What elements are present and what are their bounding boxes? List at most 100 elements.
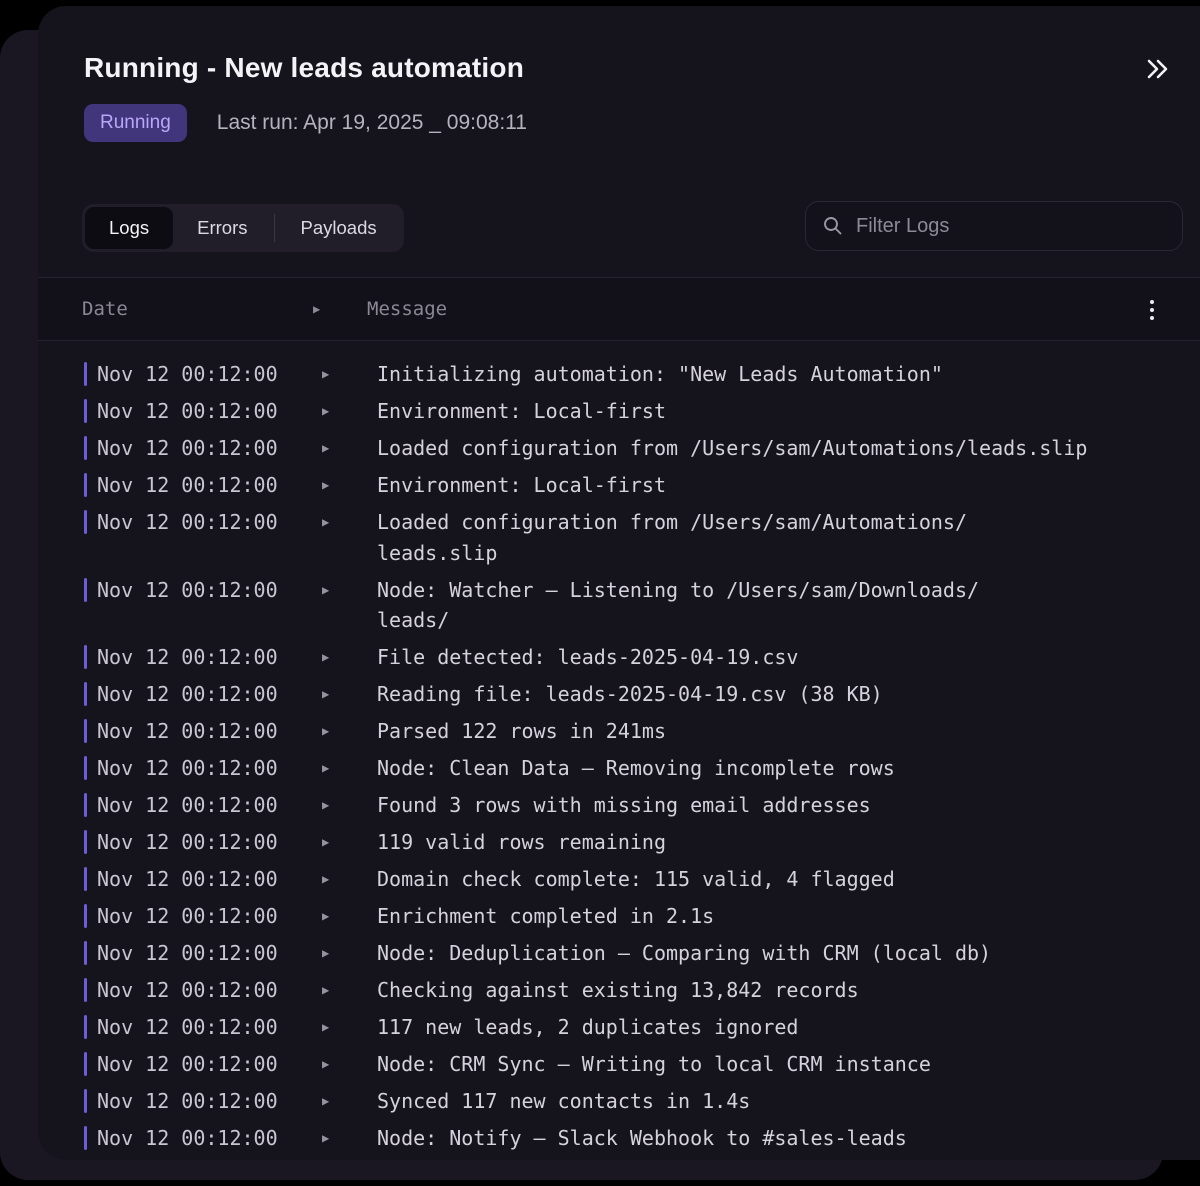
log-message: Node: CRM Sync — Writing to local CRM in… bbox=[367, 1049, 931, 1079]
log-level-stripe bbox=[84, 510, 87, 534]
tab-divider bbox=[274, 214, 275, 242]
log-date: Nov 12 00:12:00 bbox=[97, 716, 312, 746]
log-row[interactable]: Nov 12 00:12:00 ▶ Node: Watcher — Listen… bbox=[38, 571, 1200, 638]
log-level-stripe bbox=[84, 362, 87, 386]
log-level-stripe bbox=[84, 399, 87, 423]
log-row[interactable]: Nov 12 00:12:00 ▶ Parsed 122 rows in 241… bbox=[38, 712, 1200, 749]
log-date: Nov 12 00:12:00 bbox=[97, 433, 312, 463]
expand-row-caret-icon[interactable]: ▶ bbox=[312, 1086, 367, 1116]
table-options-button[interactable] bbox=[1134, 292, 1170, 328]
log-row[interactable]: Nov 12 00:12:00 ▶ Checking against exist… bbox=[38, 971, 1200, 1008]
log-message: Loaded configuration from /Users/sam/Aut… bbox=[367, 507, 967, 568]
status-badge: Running bbox=[84, 104, 187, 142]
tab-logs[interactable]: Logs bbox=[85, 207, 173, 249]
log-row[interactable]: Nov 12 00:12:00 ▶ Environment: Local-fir… bbox=[38, 393, 1200, 430]
log-row[interactable]: Nov 12 00:12:00 ▶ 119 valid rows remaini… bbox=[38, 823, 1200, 860]
log-date: Nov 12 00:12:00 bbox=[97, 396, 312, 426]
kebab-menu-icon bbox=[1150, 300, 1154, 320]
collapse-panel-button[interactable] bbox=[1140, 52, 1176, 88]
log-message: Node: Clean Data — Removing incomplete r… bbox=[367, 753, 895, 783]
log-level-stripe bbox=[84, 830, 87, 854]
run-status-row: Running Last run: Apr 19, 2025 _ 09:08:1… bbox=[84, 104, 527, 142]
expand-row-caret-icon[interactable]: ▶ bbox=[312, 575, 367, 605]
log-date: Nov 12 00:12:00 bbox=[97, 827, 312, 857]
log-row[interactable]: Nov 12 00:12:00 ▶ File detected: leads-2… bbox=[38, 639, 1200, 676]
log-row[interactable]: Nov 12 00:12:00 ▶ Synced 117 new contact… bbox=[38, 1082, 1200, 1119]
tab-errors[interactable]: Errors bbox=[173, 207, 271, 249]
log-message: Node: Watcher — Listening to /Users/sam/… bbox=[367, 575, 979, 636]
log-level-stripe bbox=[84, 793, 87, 817]
log-row[interactable]: Nov 12 00:12:00 ▶ 117 new leads, 2 dupli… bbox=[38, 1008, 1200, 1045]
expand-row-caret-icon[interactable]: ▶ bbox=[312, 1012, 367, 1042]
log-level-stripe bbox=[84, 1015, 87, 1039]
log-date: Nov 12 00:12:00 bbox=[97, 938, 312, 968]
log-row[interactable]: Nov 12 00:12:00 ▶ Reading file: leads-20… bbox=[38, 675, 1200, 712]
log-date: Nov 12 00:12:00 bbox=[97, 901, 312, 931]
expand-row-caret-icon[interactable]: ▶ bbox=[312, 359, 367, 389]
expand-row-caret-icon[interactable]: ▶ bbox=[312, 507, 367, 537]
expand-row-caret-icon[interactable]: ▶ bbox=[312, 864, 367, 894]
log-date: Nov 12 00:12:00 bbox=[97, 507, 312, 537]
log-level-stripe bbox=[84, 1089, 87, 1113]
log-date: Nov 12 00:12:00 bbox=[97, 679, 312, 709]
log-row[interactable]: Nov 12 00:12:00 ▶ Node: Deduplication — … bbox=[38, 934, 1200, 971]
expand-row-caret-icon[interactable]: ▶ bbox=[312, 1049, 367, 1079]
log-row[interactable]: Nov 12 00:12:00 ▶ Node: Notify — Slack W… bbox=[38, 1119, 1200, 1156]
expand-row-caret-icon[interactable]: ▶ bbox=[312, 470, 367, 500]
expand-row-caret-icon[interactable]: ▶ bbox=[312, 716, 367, 746]
log-level-stripe bbox=[84, 941, 87, 965]
log-date: Nov 12 00:12:00 bbox=[97, 1012, 312, 1042]
column-header-message: Message bbox=[367, 298, 447, 320]
expand-row-caret-icon[interactable]: ▶ bbox=[312, 753, 367, 783]
log-message: Parsed 122 rows in 241ms bbox=[367, 716, 666, 746]
log-message: 117 new leads, 2 duplicates ignored bbox=[367, 1012, 798, 1042]
log-row[interactable]: Nov 12 00:12:00 ▶ Node: CRM Sync — Writi… bbox=[38, 1156, 1200, 1160]
caret-right-icon: ▶ bbox=[313, 302, 367, 316]
log-message: 119 valid rows remaining bbox=[367, 827, 666, 857]
search-icon bbox=[822, 215, 844, 237]
log-date: Nov 12 00:12:00 bbox=[97, 753, 312, 783]
expand-row-caret-icon[interactable]: ▶ bbox=[312, 396, 367, 426]
log-message: Found 3 rows with missing email addresse… bbox=[367, 790, 871, 820]
log-row[interactable]: Nov 12 00:12:00 ▶ Node: Clean Data — Rem… bbox=[38, 749, 1200, 786]
log-row[interactable]: Nov 12 00:12:00 ▶ Node: CRM Sync — Writi… bbox=[38, 1045, 1200, 1082]
log-date: Nov 12 00:12:00 bbox=[97, 470, 312, 500]
expand-row-caret-icon[interactable]: ▶ bbox=[312, 1123, 367, 1153]
log-message: Loaded configuration from /Users/sam/Aut… bbox=[367, 433, 1087, 463]
log-level-stripe bbox=[84, 1126, 87, 1150]
log-row[interactable]: Nov 12 00:12:00 ▶ Initializing automatio… bbox=[38, 356, 1200, 393]
log-row[interactable]: Nov 12 00:12:00 ▶ Environment: Local-fir… bbox=[38, 467, 1200, 504]
expand-row-caret-icon[interactable]: ▶ bbox=[312, 790, 367, 820]
log-message: Synced 117 new contacts in 1.4s bbox=[367, 1086, 750, 1116]
log-date: Nov 12 00:12:00 bbox=[97, 1123, 312, 1153]
log-level-stripe bbox=[84, 578, 87, 602]
filter-logs-input[interactable] bbox=[856, 215, 1166, 238]
log-level-stripe bbox=[84, 645, 87, 669]
log-level-stripe bbox=[84, 473, 87, 497]
log-level-stripe bbox=[84, 682, 87, 706]
tab-payloads[interactable]: Payloads bbox=[277, 207, 401, 249]
expand-row-caret-icon[interactable]: ▶ bbox=[312, 901, 367, 931]
log-rows: Nov 12 00:12:00 ▶ Initializing automatio… bbox=[38, 348, 1200, 1160]
expand-row-caret-icon[interactable]: ▶ bbox=[312, 975, 367, 1005]
log-date: Nov 12 00:12:00 bbox=[97, 790, 312, 820]
log-row[interactable]: Nov 12 00:12:00 ▶ Found 3 rows with miss… bbox=[38, 786, 1200, 823]
filter-logs-field[interactable] bbox=[805, 201, 1183, 251]
log-table-header: Date ▶ Message bbox=[38, 277, 1200, 341]
expand-row-caret-icon[interactable]: ▶ bbox=[312, 827, 367, 857]
log-row[interactable]: Nov 12 00:12:00 ▶ Loaded configuration f… bbox=[38, 430, 1200, 467]
log-level-stripe bbox=[84, 867, 87, 891]
expand-row-caret-icon[interactable]: ▶ bbox=[312, 679, 367, 709]
log-tabs: Logs Errors Payloads bbox=[82, 204, 404, 252]
log-message: Environment: Local-first bbox=[367, 470, 666, 500]
expand-row-caret-icon[interactable]: ▶ bbox=[312, 433, 367, 463]
log-message: Checking against existing 13,842 records bbox=[367, 975, 859, 1005]
log-row[interactable]: Nov 12 00:12:00 ▶ Domain check complete:… bbox=[38, 860, 1200, 897]
log-row[interactable]: Nov 12 00:12:00 ▶ Loaded configuration f… bbox=[38, 504, 1200, 571]
expand-row-caret-icon[interactable]: ▶ bbox=[312, 938, 367, 968]
log-row[interactable]: Nov 12 00:12:00 ▶ Enrichment completed i… bbox=[38, 897, 1200, 934]
column-header-date: Date bbox=[82, 298, 313, 320]
expand-row-caret-icon[interactable]: ▶ bbox=[312, 642, 367, 672]
page-title: Running - New leads automation bbox=[84, 52, 524, 84]
log-date: Nov 12 00:12:00 bbox=[97, 1049, 312, 1079]
